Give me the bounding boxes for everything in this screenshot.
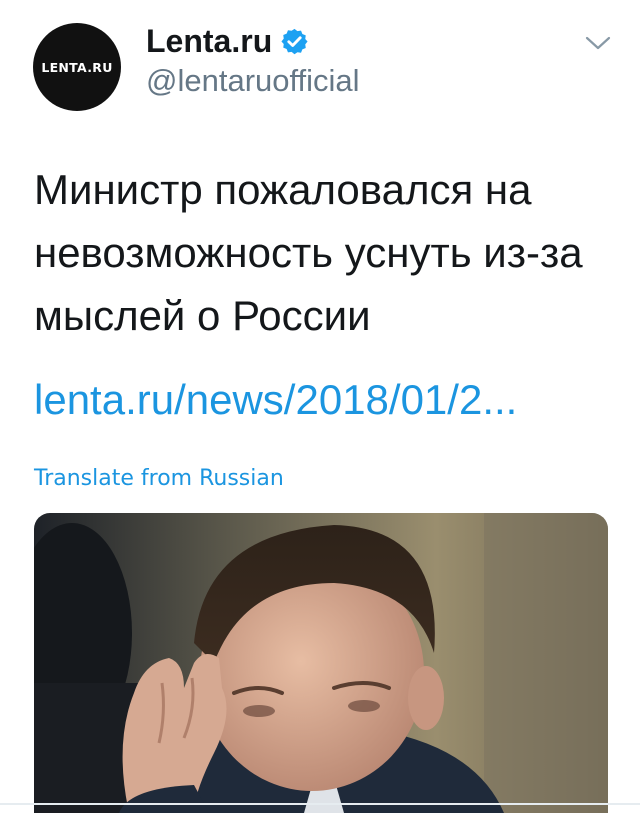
account-handle[interactable]: @lentaruofficial: [146, 62, 360, 100]
tweet-text: Министр пожаловался на невозможность усн…: [34, 166, 583, 339]
account-name-row: Lenta.ru: [146, 22, 309, 60]
verified-badge-icon: [281, 28, 308, 54]
tweet-media-image[interactable]: [34, 513, 608, 813]
translate-button[interactable]: Translate from Russian: [34, 464, 284, 494]
avatar-logo-text: LENTA.RU: [41, 59, 113, 75]
display-name[interactable]: Lenta.ru: [146, 22, 272, 60]
tweet-photo: [34, 513, 608, 813]
tweet-link[interactable]: lenta.ru/news/2018/01/2...: [34, 373, 517, 427]
avatar[interactable]: LENTA.RU: [33, 23, 121, 111]
chevron-down-icon[interactable]: [583, 32, 613, 54]
